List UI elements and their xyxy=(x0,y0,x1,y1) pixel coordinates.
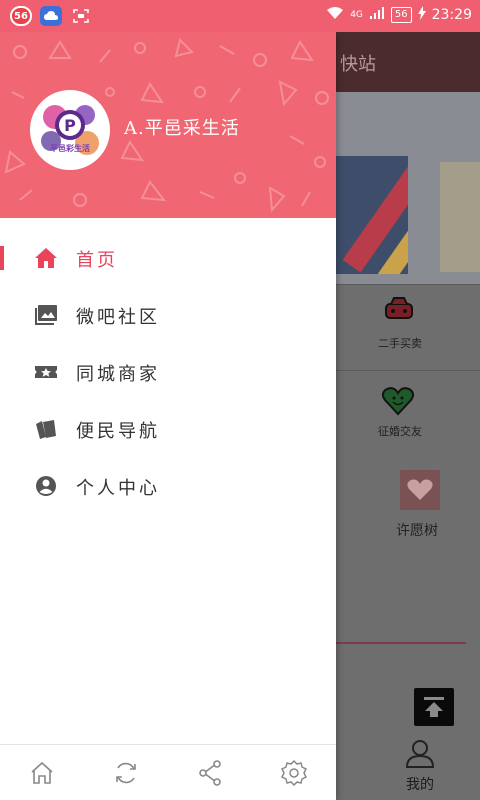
drawer-header: P 平邑彩生活 A.平邑采生活 xyxy=(0,32,336,218)
menu-item-personal-center[interactable]: 个人中心 xyxy=(0,458,336,515)
background-header-title: 快站 xyxy=(340,54,376,75)
person-icon xyxy=(34,474,58,498)
cloud-app-icon xyxy=(40,6,62,26)
gallery-icon xyxy=(34,303,58,327)
clock: 23:29 xyxy=(431,7,472,23)
back-to-top-button[interactable] xyxy=(414,688,454,726)
home-icon xyxy=(34,246,58,270)
wish-tree-icon xyxy=(400,470,440,510)
signal-icon xyxy=(369,6,385,24)
network-type: 4G xyxy=(350,10,363,20)
drawer-footer xyxy=(0,744,336,800)
scan-icon xyxy=(70,6,92,26)
home-outline-icon[interactable] xyxy=(28,759,56,787)
menu-item-local-merchants[interactable]: 同城商家 xyxy=(0,344,336,401)
share-icon[interactable] xyxy=(196,759,224,787)
menu-item-label: 首页 xyxy=(76,250,118,271)
divider xyxy=(336,642,466,644)
navigation-drawer[interactable]: P 平邑彩生活 A.平邑采生活 首页 微吧社区 同城商家 便民导航 个人中心 xyxy=(0,32,336,800)
menu-item-label: 便民导航 xyxy=(76,421,160,442)
tab-mine[interactable]: 我的 xyxy=(396,738,444,794)
car-icon xyxy=(384,296,414,326)
ticket-icon xyxy=(34,360,58,384)
heart-icon xyxy=(381,386,415,420)
menu-item-convenience-nav[interactable]: 便民导航 xyxy=(0,401,336,458)
settings-icon[interactable] xyxy=(280,759,308,787)
notification-badge: 56 xyxy=(10,6,32,26)
drawer-menu: 首页 微吧社区 同城商家 便民导航 个人中心 xyxy=(0,230,336,515)
menu-item-label: 个人中心 xyxy=(76,478,160,499)
battery-indicator: 56 xyxy=(390,7,412,23)
menu-item-community[interactable]: 微吧社区 xyxy=(0,287,336,344)
menu-item-label: 同城商家 xyxy=(76,364,160,385)
divider xyxy=(336,284,480,285)
cards-icon xyxy=(34,417,58,441)
divider xyxy=(336,370,480,371)
menu-item-home[interactable]: 首页 xyxy=(0,230,336,287)
refresh-icon[interactable] xyxy=(112,759,140,787)
svg-text:P: P xyxy=(64,116,76,135)
user-name[interactable]: A.平邑采生活 xyxy=(124,114,240,140)
background-banner-image xyxy=(336,156,408,274)
avatar[interactable]: P 平邑彩生活 xyxy=(30,90,110,170)
background-cell-label: 二手买卖 xyxy=(378,337,422,350)
avatar-logo-text: 平邑彩生活 xyxy=(50,143,90,153)
background-app[interactable]: 快站 二手买卖 征婚交友 许愿树 我的 xyxy=(336,32,480,800)
menu-item-label: 微吧社区 xyxy=(76,307,160,328)
wifi-icon xyxy=(326,6,344,24)
charging-icon xyxy=(417,6,426,24)
person-outline-icon xyxy=(405,740,435,768)
tab-mine-label: 我的 xyxy=(406,777,434,793)
background-cell-label: 征婚交友 xyxy=(378,425,422,438)
background-header: 快站 xyxy=(336,32,480,92)
wish-tree-label: 许愿树 xyxy=(396,523,438,539)
active-indicator xyxy=(0,246,4,270)
background-banner-image-2 xyxy=(440,162,480,272)
status-bar: 56 4G 56 23:29 xyxy=(0,0,480,32)
